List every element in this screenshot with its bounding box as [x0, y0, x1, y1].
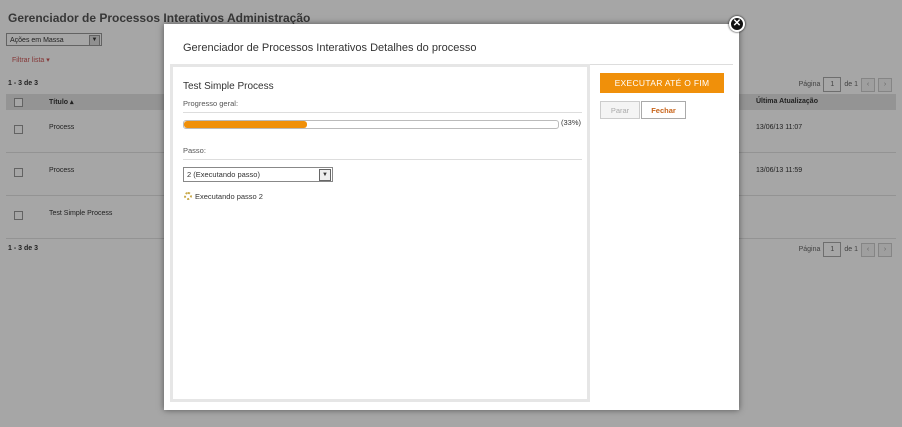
progress-label: Progresso geral:	[183, 99, 239, 108]
progress-bar-fill	[184, 121, 308, 128]
running-status: Executando passo 2	[195, 192, 263, 201]
divider	[183, 159, 582, 160]
divider	[183, 112, 582, 113]
chevron-down-icon: ▼	[319, 169, 331, 181]
process-details-modal: Gerenciador de Processos Interativos Det…	[164, 24, 739, 410]
close-icon[interactable]: ✕	[729, 16, 745, 32]
step-label: Passo:	[183, 146, 206, 155]
stop-button[interactable]: Parar	[600, 101, 640, 119]
step-select-value: 2 (Executando passo)	[187, 170, 260, 179]
modal-title: Gerenciador de Processos Interativos Det…	[183, 42, 477, 54]
process-name: Test Simple Process	[183, 81, 274, 92]
step-select[interactable]: 2 (Executando passo) ▼	[183, 167, 333, 182]
run-to-end-button[interactable]: EXECUTAR ATÉ O FIM	[600, 73, 724, 93]
loading-spinner-icon	[184, 192, 192, 200]
process-details-pane: Test Simple Process Progresso geral: (33…	[170, 64, 590, 402]
close-button[interactable]: Fechar	[641, 101, 686, 119]
progress-percent: (33%)	[561, 118, 582, 127]
progress-bar	[183, 120, 559, 129]
actions-pane: EXECUTAR ATÉ O FIM Parar Fechar	[593, 64, 733, 402]
